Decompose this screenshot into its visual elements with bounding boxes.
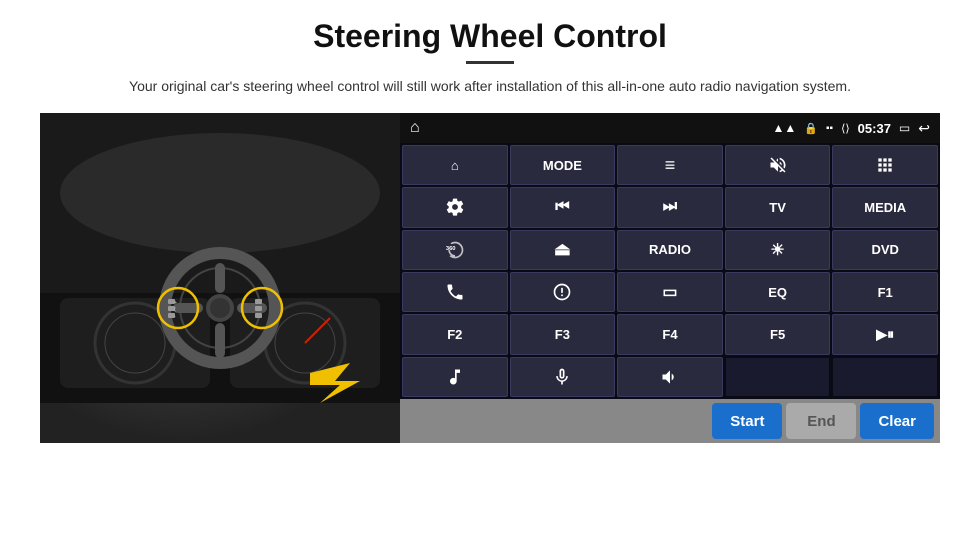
btn-f5[interactable]: F5 bbox=[725, 314, 831, 354]
sd-icon: ▪▪ bbox=[826, 123, 833, 134]
f1-label: F1 bbox=[878, 285, 893, 300]
content-row: + ⟨ - ⌂ ▲▲ bbox=[40, 113, 940, 443]
playpause-icon: ▶⏸ bbox=[876, 326, 894, 343]
page: Steering Wheel Control Your original car… bbox=[0, 0, 980, 544]
status-right: ▲▲ 🔒 ▪▪ ⟨⟩ 05:37 ▭ ↩ bbox=[773, 120, 930, 137]
btn-mute[interactable] bbox=[725, 145, 831, 185]
next-icon: ⏭ bbox=[663, 198, 677, 216]
btn-dvd[interactable]: DVD bbox=[832, 230, 938, 270]
status-left: ⌂ bbox=[410, 119, 420, 137]
btn-f3[interactable]: F3 bbox=[510, 314, 616, 354]
settings-icon bbox=[445, 197, 465, 217]
prev-icon: ⏮ bbox=[555, 198, 569, 216]
btn-brightness[interactable]: ☀ bbox=[725, 230, 831, 270]
btn-settings[interactable] bbox=[402, 187, 508, 227]
brightness-icon: ☀ bbox=[770, 240, 784, 260]
btn-empty-2 bbox=[832, 357, 938, 397]
music-icon bbox=[445, 367, 465, 387]
eject-icon: ⏏ bbox=[554, 239, 571, 260]
btn-next[interactable]: ⏭ bbox=[617, 187, 723, 227]
start-button[interactable]: Start bbox=[712, 403, 782, 439]
btn-music[interactable] bbox=[402, 357, 508, 397]
dvd-label: DVD bbox=[871, 242, 898, 257]
btn-360[interactable]: 360 bbox=[402, 230, 508, 270]
mode-label: MODE bbox=[543, 158, 582, 173]
btn-mode[interactable]: MODE bbox=[510, 145, 616, 185]
list-icon: ≡ bbox=[665, 155, 676, 176]
home-btn-icon: ⌂ bbox=[451, 158, 459, 173]
svg-text:+: + bbox=[174, 300, 177, 306]
btn-swirl[interactable] bbox=[510, 272, 616, 312]
radio-panel: ⌂ ▲▲ 🔒 ▪▪ ⟨⟩ 05:37 ▭ ↩ ⌂ MODE ≡ bbox=[400, 113, 940, 443]
btn-vol[interactable] bbox=[617, 357, 723, 397]
svg-text:⟨: ⟨ bbox=[174, 307, 176, 313]
phone-icon bbox=[445, 282, 465, 302]
clear-button[interactable]: Clear bbox=[860, 403, 934, 439]
f5-label: F5 bbox=[770, 327, 785, 342]
end-button[interactable]: End bbox=[786, 403, 856, 439]
apps-icon bbox=[875, 155, 895, 175]
btn-list[interactable]: ≡ bbox=[617, 145, 723, 185]
btn-apps[interactable] bbox=[832, 145, 938, 185]
button-grid: ⌂ MODE ≡ ⏮ ⏭ TV MEDIA bbox=[400, 143, 940, 399]
btn-mic[interactable] bbox=[510, 357, 616, 397]
media-label: MEDIA bbox=[864, 200, 906, 215]
screenshot-icon: ▭ bbox=[899, 121, 910, 135]
f4-label: F4 bbox=[662, 327, 677, 342]
wifi-icon: ▲▲ bbox=[773, 121, 797, 135]
lock-icon: 🔒 bbox=[804, 122, 818, 135]
status-time: 05:37 bbox=[858, 121, 891, 136]
btn-empty-1 bbox=[725, 357, 831, 397]
btn-f2[interactable]: F2 bbox=[402, 314, 508, 354]
f2-label: F2 bbox=[447, 327, 462, 342]
btn-play-pause[interactable]: ▶⏸ bbox=[832, 314, 938, 354]
btn-radio[interactable]: RADIO bbox=[617, 230, 723, 270]
home-icon: ⌂ bbox=[410, 119, 420, 137]
360-icon: 360 bbox=[445, 240, 465, 260]
f3-label: F3 bbox=[555, 327, 570, 342]
btn-prev[interactable]: ⏮ bbox=[510, 187, 616, 227]
btn-tv[interactable]: TV bbox=[725, 187, 831, 227]
btn-media[interactable]: MEDIA bbox=[832, 187, 938, 227]
title-divider bbox=[466, 61, 514, 64]
btn-f1[interactable]: F1 bbox=[832, 272, 938, 312]
swirl-icon bbox=[552, 282, 572, 302]
eq-label: EQ bbox=[768, 285, 787, 300]
btn-home[interactable]: ⌂ bbox=[402, 145, 508, 185]
radio-label: RADIO bbox=[649, 242, 691, 257]
btn-eq[interactable]: EQ bbox=[725, 272, 831, 312]
status-bar: ⌂ ▲▲ 🔒 ▪▪ ⟨⟩ 05:37 ▭ ↩ bbox=[400, 113, 940, 143]
svg-text:360: 360 bbox=[446, 246, 456, 252]
car-image-panel: + ⟨ - bbox=[40, 113, 400, 443]
mic-icon bbox=[552, 367, 572, 387]
back-icon: ↩ bbox=[918, 120, 930, 137]
car-image-background: + ⟨ - bbox=[40, 113, 400, 443]
page-title: Steering Wheel Control bbox=[313, 18, 667, 55]
bluetooth-icon: ⟨⟩ bbox=[841, 122, 850, 135]
btn-f4[interactable]: F4 bbox=[617, 314, 723, 354]
action-bar: Start End Clear bbox=[400, 399, 940, 443]
screen-icon: ▭ bbox=[662, 282, 677, 302]
tv-label: TV bbox=[769, 200, 786, 215]
page-subtitle: Your original car's steering wheel contr… bbox=[129, 76, 851, 97]
btn-screen-mirror[interactable]: ▭ bbox=[617, 272, 723, 312]
btn-phone[interactable] bbox=[402, 272, 508, 312]
vol-icon bbox=[660, 367, 680, 387]
mute-icon bbox=[768, 155, 788, 175]
btn-eject[interactable]: ⏏ bbox=[510, 230, 616, 270]
